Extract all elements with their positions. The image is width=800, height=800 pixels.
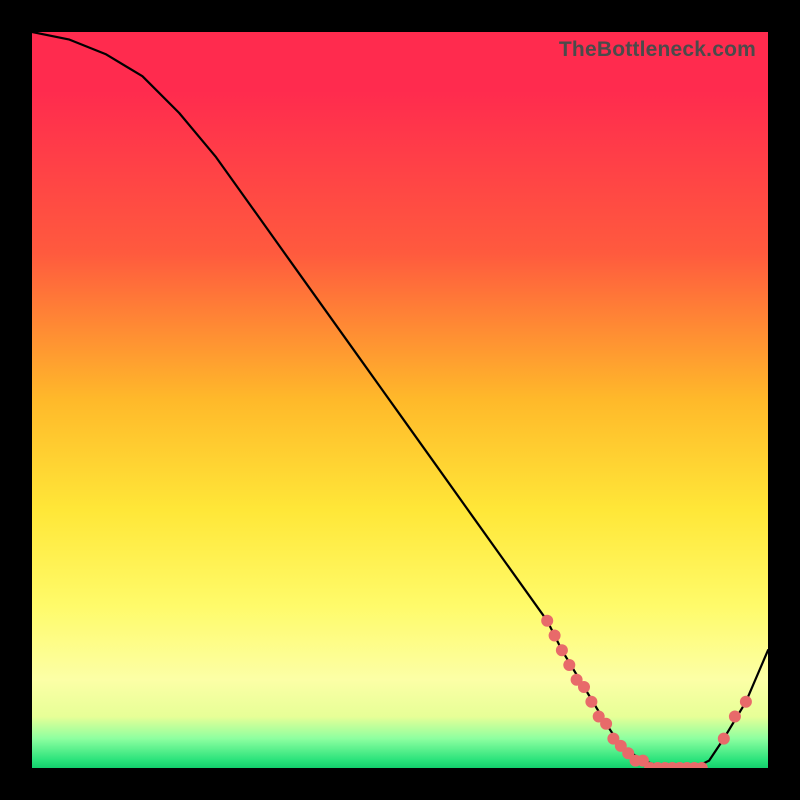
chart-frame: TheBottleneck.com (0, 0, 800, 800)
data-marker (600, 718, 612, 730)
chart-svg (32, 32, 768, 768)
data-marker (585, 696, 597, 708)
data-marker (549, 630, 561, 642)
data-marker (718, 733, 730, 745)
chart-plot-area: TheBottleneck.com (32, 32, 768, 768)
data-marker (556, 644, 568, 656)
data-marker (541, 615, 553, 627)
data-marker (729, 711, 741, 723)
bottleneck-curve (32, 32, 768, 768)
data-marker (740, 696, 752, 708)
data-marker (563, 659, 575, 671)
data-marker (578, 681, 590, 693)
